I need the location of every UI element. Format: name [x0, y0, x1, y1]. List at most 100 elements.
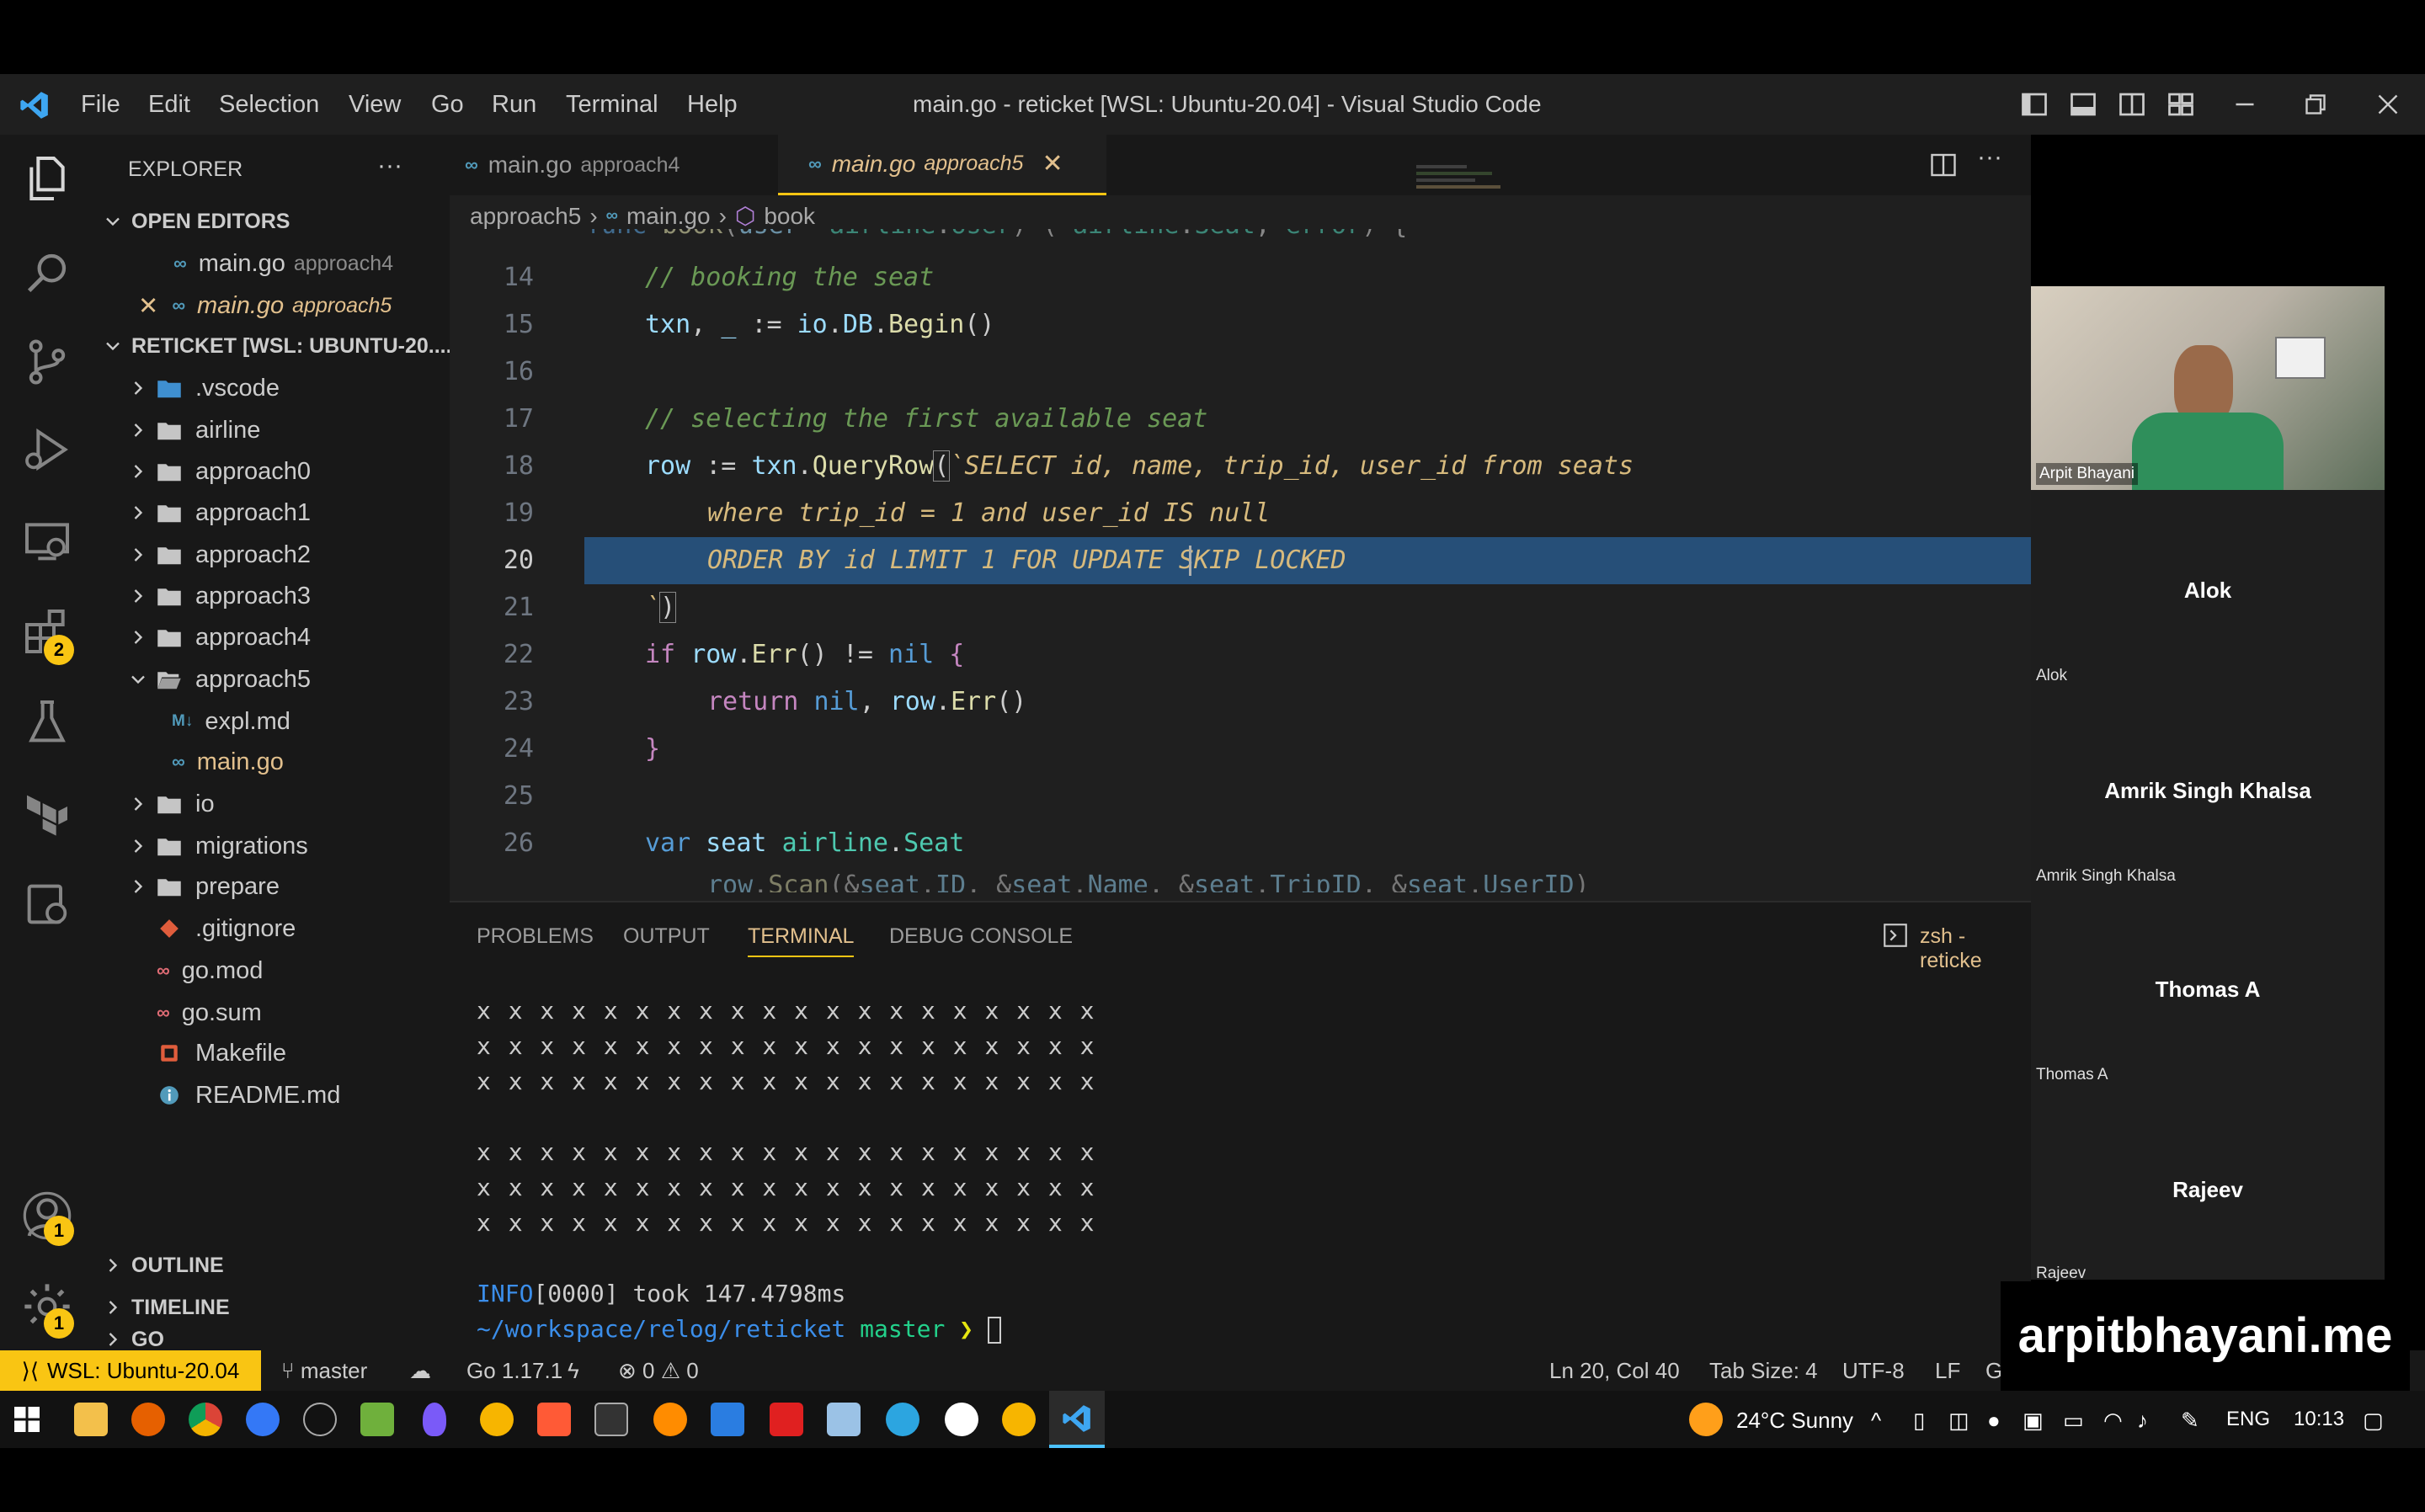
tab-terminal[interactable]: TERMINAL [748, 924, 855, 957]
split-editor-icon[interactable] [1928, 150, 1959, 180]
tree-file[interactable]: .gitignore [157, 909, 296, 948]
breadcrumb-file[interactable]: main.go [626, 203, 711, 230]
docker-containers-icon[interactable] [20, 877, 74, 931]
input-language[interactable]: ENG [2226, 1408, 2270, 1431]
toggle-sidebar-icon[interactable] [2019, 89, 2049, 120]
tree-file[interactable]: README.md [157, 1076, 340, 1115]
close-tab-icon[interactable]: ✕ [1042, 149, 1063, 178]
app-icon[interactable] [423, 1403, 446, 1436]
breadcrumb-folder[interactable]: approach5 [470, 203, 581, 230]
remote-explorer-icon[interactable] [20, 514, 74, 567]
telegram-icon[interactable] [886, 1403, 919, 1436]
outline-header[interactable]: OUTLINE [101, 1246, 224, 1285]
pen-icon[interactable]: ✎ [2181, 1408, 2199, 1434]
tab-debug-console[interactable]: DEBUG CONSOLE [889, 924, 1073, 949]
menu-selection[interactable]: Selection [219, 91, 319, 119]
terminal-instance[interactable]: zsh - reticke [1920, 924, 2031, 973]
tab-size[interactable]: Tab Size: 4 [1709, 1358, 1818, 1384]
go-version[interactable]: Go 1.17.1 [466, 1358, 562, 1384]
tray-camera-icon[interactable]: ◫ [1948, 1408, 1969, 1434]
windows-start-icon[interactable] [12, 1404, 42, 1435]
tab-output[interactable]: OUTPUT [623, 924, 710, 949]
open-editors-header[interactable]: OPEN EDITORS [94, 202, 290, 241]
tab-problems[interactable]: PROBLEMS [477, 924, 594, 949]
tree-folder[interactable]: approach2 [126, 535, 311, 574]
app-icon[interactable] [1002, 1403, 1036, 1436]
tray-mic-icon[interactable]: ● [1987, 1408, 2001, 1434]
app-icon[interactable] [360, 1403, 394, 1436]
weather-text[interactable]: 24°C Sunny [1736, 1408, 1853, 1434]
app-icon[interactable] [480, 1403, 514, 1436]
breadcrumb-symbol[interactable]: book [764, 203, 815, 230]
tree-file[interactable]: ∞ go.sum [157, 993, 262, 1032]
firefox-icon[interactable] [131, 1403, 165, 1436]
menu-run[interactable]: Run [492, 91, 536, 119]
minimize-icon[interactable] [2230, 89, 2260, 120]
menu-file[interactable]: File [81, 91, 120, 119]
go-header[interactable]: GO [101, 1328, 164, 1351]
tree-file[interactable]: ∞ go.mod [157, 951, 263, 990]
tab-main-approach5[interactable]: ∞ main.go approach5 ✕ [778, 135, 1106, 195]
tree-file[interactable]: Makefile [157, 1034, 286, 1073]
code-editor[interactable]: func book(user *airline.User) (*airline.… [450, 229, 2031, 902]
app-icon[interactable] [303, 1403, 337, 1436]
tree-folder[interactable]: approach0 [126, 452, 311, 491]
app-icon[interactable] [653, 1403, 687, 1436]
tree-folder[interactable]: io [126, 785, 215, 823]
file-explorer-icon[interactable] [74, 1403, 108, 1436]
minimap[interactable] [1416, 162, 1517, 237]
sync-icon[interactable]: ☁ [409, 1358, 431, 1384]
tree-folder[interactable]: prepare [126, 867, 280, 906]
terminal-output[interactable]: x x x x x x x x x x x x x x x x x x x x … [477, 993, 1095, 1347]
explorer-icon[interactable] [20, 152, 74, 205]
source-control-icon[interactable] [20, 335, 74, 389]
clock[interactable]: 10:13 [2294, 1408, 2344, 1431]
tray-app-icon[interactable]: ▯ [1913, 1408, 1925, 1434]
timeline-header[interactable]: TIMELINE [101, 1288, 230, 1327]
open-editor-item[interactable]: ∞ main.go approach4 [173, 244, 393, 283]
close-editor-icon[interactable]: ✕ [138, 291, 158, 321]
pdf-app-icon[interactable] [770, 1403, 803, 1436]
more-actions-icon[interactable]: ··· [377, 146, 402, 185]
testing-icon[interactable] [20, 695, 74, 749]
close-window-icon[interactable] [2373, 89, 2403, 120]
branch-indicator[interactable]: ⑂ master [281, 1358, 367, 1384]
run-debug-icon[interactable] [20, 423, 74, 476]
tree-folder[interactable]: approach3 [126, 577, 311, 615]
terminal-app-icon[interactable] [594, 1403, 628, 1436]
editor-more-actions-icon[interactable]: ··· [1977, 143, 2002, 172]
notifications-icon[interactable]: ▢ [2363, 1408, 2384, 1434]
terraform-icon[interactable] [20, 786, 74, 840]
cursor-position[interactable]: Ln 20, Col 40 [1549, 1358, 1680, 1384]
tree-folder[interactable]: approach1 [126, 493, 311, 532]
tree-file-active[interactable]: ∞ main.go [172, 743, 284, 781]
menu-go[interactable]: Go [431, 91, 464, 119]
tray-display-icon[interactable]: ▣ [2023, 1408, 2044, 1434]
menu-view[interactable]: View [349, 91, 401, 119]
chrome-icon[interactable] [189, 1403, 222, 1436]
battery-icon[interactable]: ▭ [2063, 1408, 2084, 1434]
tree-folder[interactable]: approach4 [126, 618, 311, 657]
app-icon[interactable] [827, 1403, 861, 1436]
tab-main-approach4[interactable]: ∞ main.go approach4 [465, 135, 768, 195]
restore-icon[interactable] [2300, 89, 2331, 120]
remote-indicator[interactable]: ⟩⟨ WSL: Ubuntu-20.04 [0, 1350, 261, 1391]
end-of-line[interactable]: LF [1935, 1358, 1960, 1384]
problems-indicator[interactable]: ⊗ 0 ⚠ 0 [618, 1358, 699, 1384]
app-icon[interactable] [711, 1403, 744, 1436]
encoding[interactable]: UTF-8 [1842, 1358, 1905, 1384]
project-header[interactable]: RETICKET [WSL: UBUNTU-20.... [94, 327, 452, 365]
tree-folder[interactable]: .vscode [126, 369, 280, 407]
tree-folder[interactable]: airline [126, 411, 260, 450]
toggle-secondary-sidebar-icon[interactable] [2117, 89, 2147, 120]
open-editor-item-active[interactable]: ✕ ∞ main.go approach5 [138, 286, 392, 325]
search-icon[interactable] [20, 246, 74, 300]
menu-terminal[interactable]: Terminal [566, 91, 658, 119]
wifi-icon[interactable]: ◠ [2103, 1408, 2123, 1434]
tree-file[interactable]: M↓ expl.md [172, 702, 290, 741]
menu-help[interactable]: Help [687, 91, 738, 119]
volume-icon[interactable]: ♪ [2137, 1408, 2148, 1434]
customize-layout-icon[interactable] [2166, 89, 2196, 120]
menu-edit[interactable]: Edit [148, 91, 190, 119]
vscode-taskbar-button[interactable] [1049, 1391, 1105, 1448]
